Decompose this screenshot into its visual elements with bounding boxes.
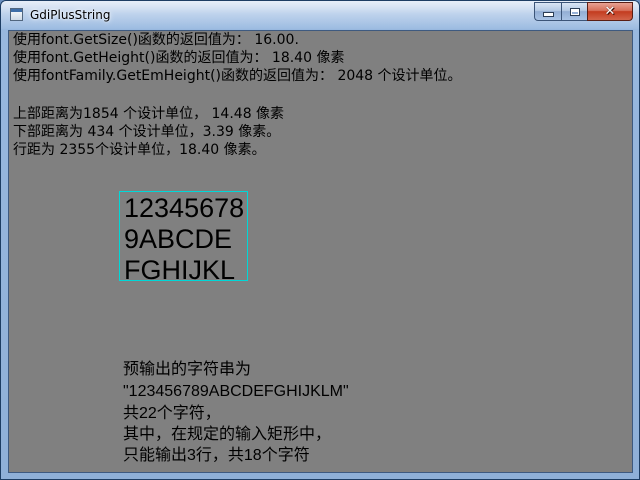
minimize-button[interactable] [534, 2, 561, 21]
close-icon: ✕ [604, 4, 616, 19]
descent-info: 下部距离为 434 个设计单位，3.39 像素。 [13, 124, 281, 140]
application-icon[interactable] [10, 8, 23, 21]
client-area: 使用font.GetSize()函数的返回值为： 16.00. 使用font.G… [8, 30, 633, 473]
description-line-2: "123456789ABCDEFGHIJKLM" [123, 383, 349, 400]
em-height-info: 使用fontFamily.GetEmHeight()函数的返回值为： 2048 … [13, 68, 462, 84]
description-line-4: 其中，在规定的输入矩形中， [123, 426, 332, 443]
font-height-info: 使用font.GetHeight()函数的返回值为： 18.40 像素 [13, 50, 345, 66]
description-line-5: 只能输出3行，共18个字符 [123, 447, 310, 464]
clipped-string: 123456789ABCDEFGHIJKLM [124, 193, 245, 281]
line-spacing-info: 行距为 2355个设计单位，18.40 像素。 [13, 142, 266, 158]
maximize-button[interactable] [561, 2, 587, 21]
minimize-icon [542, 12, 554, 17]
maximize-icon [569, 7, 580, 16]
description-line-3: 共22个字符， [123, 405, 221, 422]
window-title: GdiPlusString [30, 8, 111, 22]
layout-rectangle: 123456789ABCDEFGHIJKLM [119, 191, 248, 281]
close-button[interactable]: ✕ [587, 2, 633, 21]
font-size-info: 使用font.GetSize()函数的返回值为： 16.00. [13, 32, 299, 48]
caption-buttons: ✕ [534, 2, 633, 21]
ascent-info: 上部距离为1854 个设计单位， 14.48 像素 [13, 106, 285, 122]
title-bar[interactable]: GdiPlusString ✕ [1, 1, 639, 29]
description-line-1: 预输出的字符串为 [123, 361, 252, 378]
app-window: GdiPlusString ✕ 使用font.GetSize()函数的返回值为：… [0, 0, 640, 480]
